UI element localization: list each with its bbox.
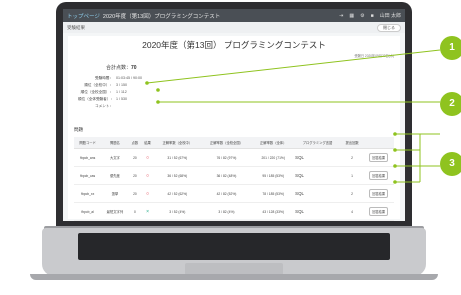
table-row: fbpcb_cas 優先度 20 ○ 36 / 52 (68%) 36 / 82 (4… — [74, 166, 394, 185]
page-title: 2020年度（第13回）プログラミングコンテスト — [102, 13, 221, 20]
user-name[interactable]: 山田 太郎 — [380, 12, 401, 19]
answer-result-button[interactable]: 回答結果 — [369, 171, 389, 180]
subbar-label: 受験結果 — [67, 24, 85, 30]
result-mark: ○ — [141, 166, 154, 185]
meta-row: 受験時間： 01:03:45 / 90:00 — [95, 76, 142, 80]
callout-1: 1 — [440, 36, 461, 60]
answer-result-button[interactable]: 回答結果 — [369, 207, 389, 216]
table-header: 問題コード 問題名 点数 結果 正解率数（全校中） 正解率数（全校全国） 正解率… — [74, 137, 394, 149]
result-mark: ○ — [141, 148, 154, 167]
user-icon[interactable]: ■ — [371, 13, 374, 19]
total-score: 合計点数：70 — [106, 64, 137, 71]
table-row: fbpcb_ans 大文字 20 ○ 31 / 52 (67%) 76 / 82 (9… — [74, 148, 394, 167]
top-bar: トップページ 2020年度（第13回）プログラミングコンテスト ⇥ ▦ ⚙ ■ … — [63, 9, 405, 22]
breadcrumb[interactable]: トップページ — [67, 12, 100, 20]
logout-icon[interactable]: ⇥ — [339, 13, 343, 19]
result-mark: × — [141, 202, 154, 221]
meta-row: 順位（全体受験者）： 1 / 530 — [78, 97, 127, 101]
close-button[interactable]: 閉じる — [377, 23, 401, 32]
section-title: 問題 — [74, 127, 83, 132]
keyboard — [78, 233, 390, 260]
gear-icon[interactable]: ⚙ — [360, 13, 364, 19]
table-row: fbpcb_xx 選挙 20 ○ 42 / 52 (62%) 42 / 82 (52%… — [74, 184, 394, 203]
sub-bar: 受験結果 閉じる — [63, 22, 405, 33]
grid-icon[interactable]: ▦ — [349, 13, 354, 19]
answer-result-button[interactable]: 回答結果 — [369, 153, 389, 162]
score-value: 70 — [131, 65, 137, 71]
contest-heading: 2020年度（第13回） プログラミングコンテスト — [142, 40, 326, 50]
laptop-base-edge — [30, 274, 438, 280]
table-row: fbpcb_al 最短文字列 0 × 3 / 52 (4%) 3 / 82 (4%) 4… — [74, 202, 394, 221]
callout-2: 2 — [440, 92, 461, 116]
callout-3: 3 — [440, 152, 461, 176]
meta-row: 順位（全校中）： 3 / 150 — [84, 83, 127, 87]
result-mark: ○ — [141, 184, 154, 203]
answer-result-button[interactable]: 回答結果 — [369, 189, 389, 198]
results-table: 問題コード 問題名 点数 結果 正解率数（全校中） 正解率数（全校全国） 正解率… — [74, 137, 394, 221]
result-panel: 2020年度（第13回） プログラミングコンテスト 受験日 2020年09月23… — [68, 36, 400, 221]
score-label: 合計点数： — [106, 65, 132, 71]
meta-row: 順位（全校全国）： 1 / 112 — [80, 90, 127, 94]
laptop-screen: トップページ 2020年度（第13回）プログラミングコンテスト ⇥ ▦ ⚙ ■ … — [63, 9, 405, 221]
exam-date: 受験日 2020年09月23日(水) — [354, 54, 394, 58]
meta-row: コメント： — [95, 104, 113, 108]
